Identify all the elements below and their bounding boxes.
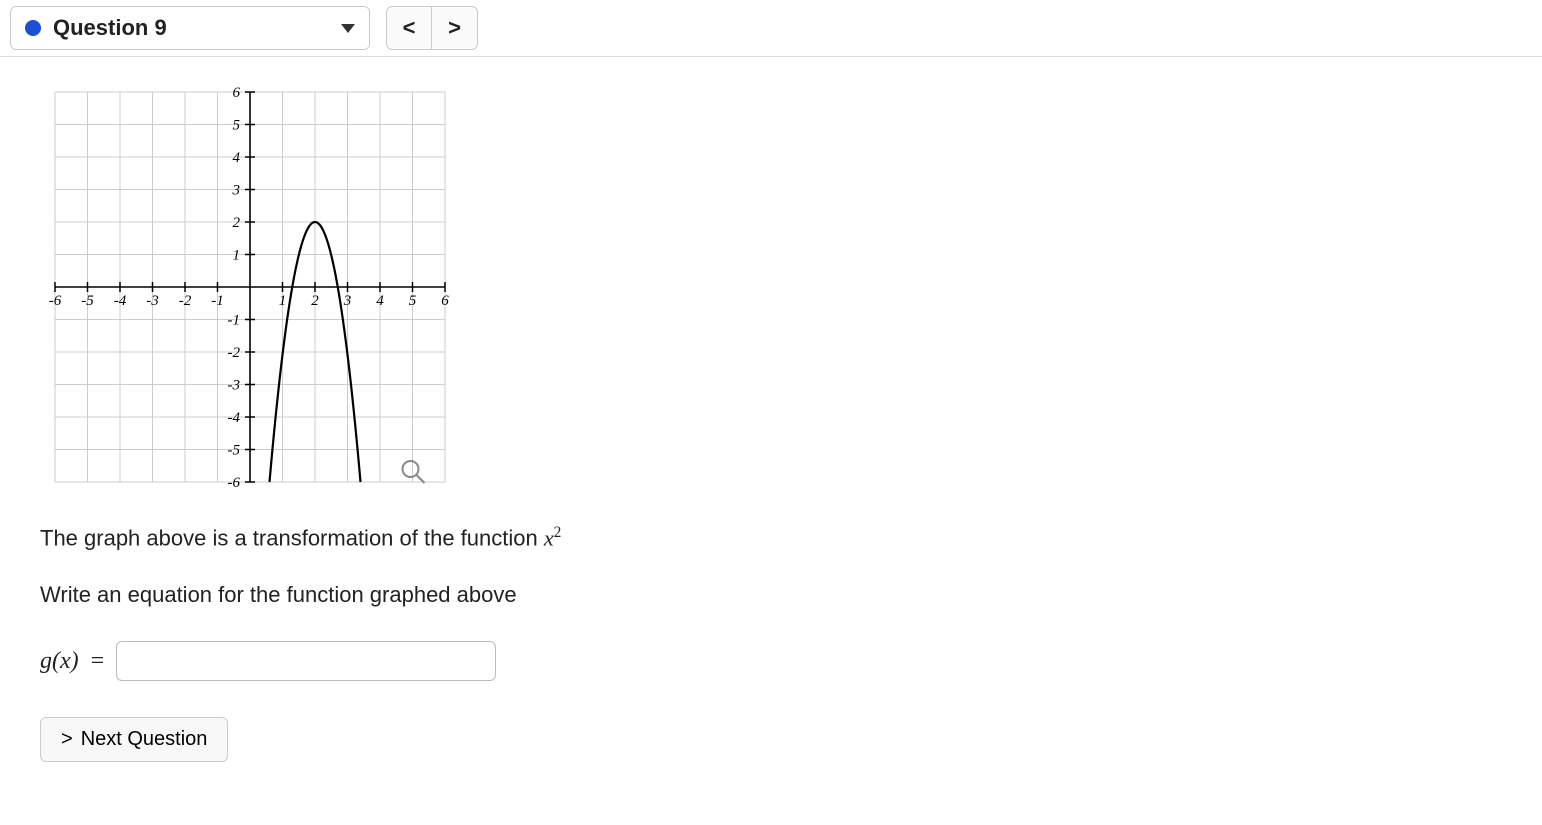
svg-text:3: 3 — [343, 293, 352, 309]
svg-text:-1: -1 — [228, 313, 241, 329]
nav-group: < > — [386, 6, 478, 50]
svg-text:-5: -5 — [81, 293, 94, 309]
chevron-right-icon: > — [448, 15, 461, 41]
desc-prefix: The graph above is a transformation of t… — [40, 525, 544, 550]
svg-text:5: 5 — [233, 118, 241, 134]
svg-text:3: 3 — [232, 183, 241, 199]
next-question-nav-button[interactable]: > — [432, 6, 478, 50]
prev-question-button[interactable]: < — [386, 6, 432, 50]
svg-text:1: 1 — [233, 248, 241, 264]
svg-text:-2: -2 — [228, 345, 241, 361]
svg-text:-3: -3 — [146, 293, 159, 309]
exponent-2: 2 — [554, 524, 562, 541]
graph: -6 -5 -4 -3 -2 -1 1 2 3 4 5 6 -6 -5 -4 -3 -2 -1 1 2 3 4 5 6 — [40, 77, 460, 497]
question-dropdown[interactable]: Question 9 — [10, 6, 370, 50]
svg-text:-4: -4 — [114, 293, 127, 309]
svg-text:4: 4 — [376, 293, 384, 309]
equals-sign: = — [91, 648, 105, 675]
svg-text:-2: -2 — [179, 293, 192, 309]
svg-text:-6: -6 — [49, 293, 62, 309]
graph-svg: -6 -5 -4 -3 -2 -1 1 2 3 4 5 6 -6 -5 -4 -3 -2 -1 1 2 3 4 5 6 — [40, 77, 460, 497]
svg-text:-3: -3 — [228, 378, 241, 394]
description-line-2: Write an equation for the function graph… — [40, 578, 1502, 611]
svg-text:6: 6 — [233, 85, 241, 101]
question-content: -6 -5 -4 -3 -2 -1 1 2 3 4 5 6 -6 -5 -4 -3 -2 -1 1 2 3 4 5 6 The… — [0, 57, 1542, 782]
svg-text:1: 1 — [279, 293, 287, 309]
svg-text:5: 5 — [409, 293, 417, 309]
question-title: Question 9 — [53, 15, 167, 41]
next-question-button[interactable]: > Next Question — [40, 717, 228, 762]
svg-text:4: 4 — [233, 150, 241, 166]
status-dot-icon — [25, 20, 41, 36]
svg-text:6: 6 — [441, 293, 449, 309]
description-line-1: The graph above is a transformation of t… — [40, 521, 1502, 554]
svg-text:-4: -4 — [228, 410, 241, 426]
svg-text:-1: -1 — [211, 293, 224, 309]
gx-label: g(x) — [40, 648, 79, 675]
answer-row: g(x) = — [40, 641, 1502, 681]
base-function-var: x — [544, 525, 554, 550]
svg-text:-6: -6 — [228, 475, 241, 491]
toolbar: Question 9 < > — [0, 0, 1542, 57]
chevron-left-icon: < — [403, 15, 416, 41]
svg-text:-5: -5 — [228, 443, 241, 459]
svg-text:2: 2 — [311, 293, 319, 309]
svg-text:2: 2 — [233, 215, 241, 231]
chevron-right-icon: > — [61, 728, 73, 751]
next-button-label: Next Question — [81, 728, 208, 751]
caret-down-icon — [341, 24, 355, 33]
answer-input[interactable] — [116, 641, 496, 681]
